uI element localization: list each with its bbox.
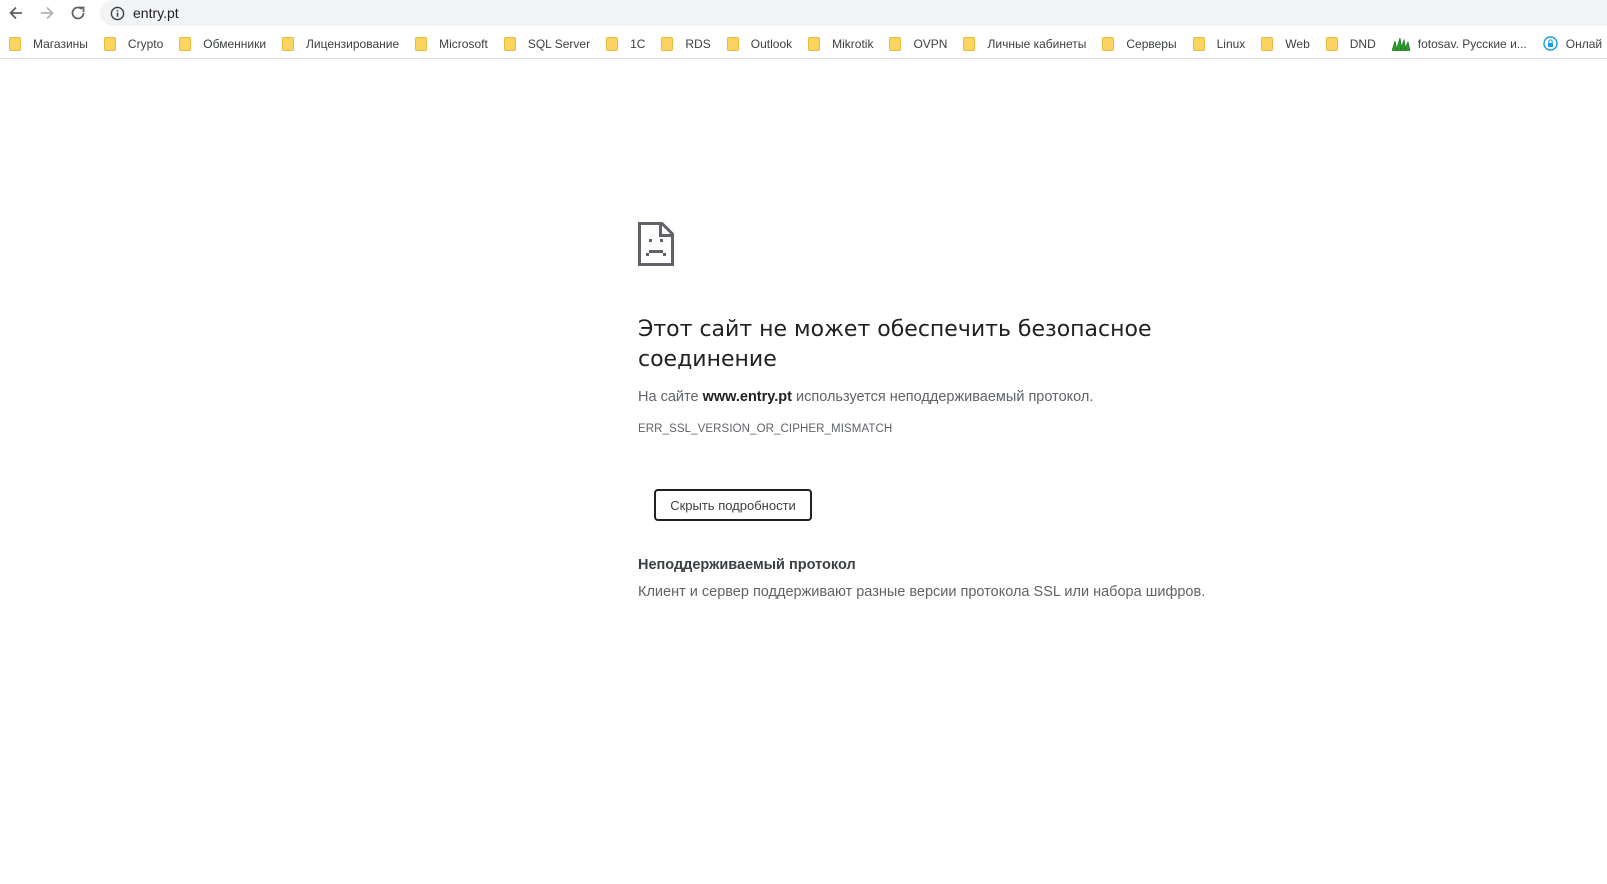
- folder-icon: [606, 36, 619, 51]
- bookmark-label: Outlook: [750, 36, 793, 51]
- bookmark-item[interactable]: Магазины: [0, 31, 95, 57]
- bookmark-label: Серверы: [1126, 36, 1177, 51]
- arrow-right-icon: [41, 6, 54, 20]
- bookmark-label: Обменники: [203, 36, 267, 51]
- lock-favicon: [1543, 36, 1558, 51]
- folder-icon: [963, 36, 976, 51]
- bookmark-item[interactable]: Обменники: [170, 31, 273, 57]
- bookmark-label: 1С: [630, 36, 646, 51]
- folder-icon: [1261, 36, 1274, 51]
- bookmark-label: Microsoft: [439, 36, 488, 51]
- folder-icon: [1102, 36, 1115, 51]
- bookmark-item[interactable]: Crypto: [95, 31, 170, 57]
- bookmark-label: Онлай: [1565, 36, 1603, 51]
- info-icon[interactable]: [109, 5, 125, 21]
- desc-prefix: На сайте: [638, 389, 703, 405]
- bookmark-item[interactable]: OVPN: [880, 31, 954, 57]
- hide-details-button[interactable]: Скрыть подробности: [654, 489, 812, 521]
- folder-icon: [1192, 36, 1205, 51]
- bookmark-label: OVPN: [913, 36, 948, 51]
- bookmark-label: DND: [1349, 36, 1376, 51]
- error-title: Этот сайт не может обеспечить безопасное…: [638, 317, 1152, 372]
- bookmark-item[interactable]: 1С: [597, 31, 652, 57]
- bookmark-label: Лицензирование: [306, 36, 400, 51]
- details-title: Неподдерживаемый протокол: [638, 557, 856, 573]
- bookmark-label: Crypto: [127, 36, 164, 51]
- folder-icon: [808, 36, 821, 51]
- bookmark-label: Linux: [1216, 36, 1246, 51]
- bookmark-label: SQL Server: [527, 36, 591, 51]
- folder-icon: [726, 36, 739, 51]
- error-content: Этот сайт не может обеспечить безопасное…: [638, 222, 1258, 600]
- folder-icon: [415, 36, 428, 51]
- details-text: Клиент и сервер поддерживают разные верс…: [638, 584, 1206, 600]
- reload-button[interactable]: [66, 1, 90, 25]
- bookmark-item[interactable]: Mikrotik: [799, 31, 880, 57]
- folder-icon: [661, 36, 674, 51]
- bookmark-label: Личные кабинеты: [987, 36, 1087, 51]
- bookmark-item[interactable]: RDS: [652, 31, 717, 57]
- bookmarks-bar: Магазины Crypto Обменники Лицензирование Mic…: [0, 29, 1607, 59]
- url-text[interactable]: entry.pt: [133, 5, 179, 21]
- bookmark-item[interactable]: SQL Server: [495, 31, 597, 57]
- bookmark-label: RDS: [685, 36, 711, 51]
- folder-icon: [179, 36, 192, 51]
- reload-icon: [71, 6, 85, 20]
- bookmark-item[interactable]: Серверы: [1093, 31, 1183, 57]
- error-description: На сайте www.entry.pt используется непод…: [638, 389, 1258, 405]
- folder-icon: [889, 36, 902, 51]
- folder-icon: [103, 36, 116, 51]
- browser-toolbar: entry.pt: [0, 0, 1607, 26]
- bookmark-item[interactable]: Онлай: [1534, 31, 1607, 57]
- bookmark-item[interactable]: Outlook: [718, 31, 799, 57]
- grass-favicon: [1391, 37, 1410, 51]
- bookmark-item[interactable]: DND: [1317, 31, 1383, 57]
- bookmark-item[interactable]: Linux: [1184, 31, 1253, 57]
- bookmark-label: Mikrotik: [832, 36, 874, 51]
- bookmark-label: fotosav. Русские и...: [1417, 36, 1527, 51]
- bookmark-item[interactable]: Личные кабинеты: [954, 31, 1093, 57]
- address-bar[interactable]: entry.pt: [100, 0, 1607, 26]
- error-code: ERR_SSL_VERSION_OR_CIPHER_MISMATCH: [638, 423, 893, 435]
- folder-icon: [1325, 36, 1338, 51]
- bookmark-item[interactable]: Web: [1252, 31, 1316, 57]
- desc-host: www.entry.pt: [702, 389, 792, 405]
- bookmark-item[interactable]: Лицензирование: [273, 31, 406, 57]
- sad-page-icon: [638, 222, 674, 266]
- folder-icon: [282, 36, 295, 51]
- arrow-left-icon: [9, 6, 22, 20]
- folder-icon: [9, 36, 21, 51]
- folder-icon: [503, 36, 516, 51]
- bookmark-item[interactable]: fotosav. Русские и...: [1383, 31, 1534, 57]
- desc-suffix: используется неподдерживаемый протокол.: [791, 389, 1094, 405]
- back-button[interactable]: [4, 1, 28, 25]
- forward-button[interactable]: [35, 1, 59, 25]
- bookmark-label: Магазины: [33, 36, 88, 51]
- bookmark-item[interactable]: Microsoft: [406, 31, 495, 57]
- bookmark-label: Web: [1285, 36, 1310, 51]
